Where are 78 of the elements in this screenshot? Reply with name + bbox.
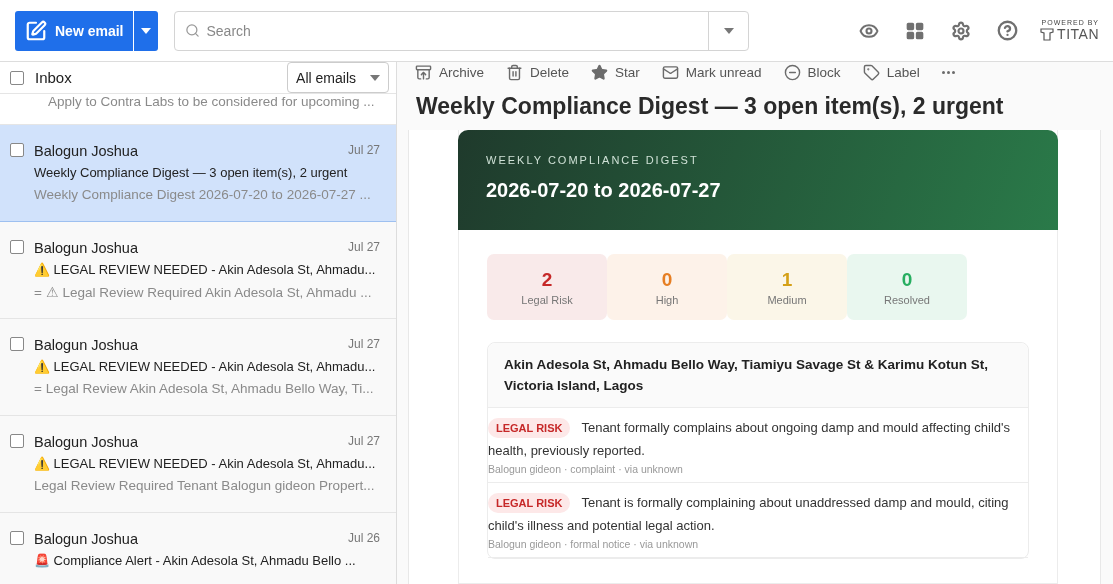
search-box[interactable]: Search [174, 10, 750, 51]
select-all-checkbox[interactable] [10, 70, 24, 85]
logo-icon [1040, 27, 1055, 41]
settings-icon[interactable] [951, 20, 972, 41]
email-checkbox[interactable] [10, 240, 24, 254]
stat-value: 0 [901, 268, 913, 291]
email-row[interactable]: Balogun Joshua Jul 27 Weekly Compliance Digest — 3 open item(s), 2 urgent Weekly Compliance Digest 2026-07-20 to 2026-07-27 ... [0, 125, 396, 222]
sender-name: Balogun Joshua [34, 143, 138, 159]
tag-icon [862, 63, 880, 81]
email-subject: ⚠ LEGAL REVIEW NEEDED - Akin Adesola St, Ahmadu... [34, 358, 376, 376]
more-icon [941, 70, 955, 74]
email-checkbox[interactable] [10, 531, 24, 545]
stat-value: 1 [781, 268, 793, 291]
envelope-icon [661, 63, 679, 81]
stat-label: High [655, 293, 679, 306]
more-button[interactable] [941, 70, 955, 74]
digest-date-range: 2026-07-20 to 2026-07-27 [486, 179, 722, 202]
toolbar-action[interactable]: Archive [415, 63, 484, 81]
help-icon[interactable] [997, 20, 1019, 41]
compose-icon [25, 19, 47, 42]
filter-dropdown[interactable]: All emails [287, 62, 389, 93]
search-field[interactable]: Search [200, 11, 709, 50]
email-row[interactable]: Balogun Joshua Jul 27 ⚠ LEGAL REVIEW NEEDED - Akin Adesola St, Ahmadu... Legal Review Required Tenant Balogun gideon Propert... [0, 416, 396, 513]
issue-meta: Balogun gideon · formal notice · via unknown [488, 538, 700, 550]
trash-icon [506, 63, 523, 81]
email-date: Jul 27 [347, 434, 380, 450]
apps-grid-icon[interactable] [905, 20, 926, 41]
email-date: Jul 27 [347, 240, 380, 256]
issue-text: LEGAL RISK Tenant formally complains about ongoing damp and mould affecting child's health, previously reported. [488, 417, 1012, 460]
email-date: Jul 26 [347, 531, 380, 547]
caret-icon [724, 27, 734, 34]
new-email-menu-button[interactable] [133, 10, 159, 51]
toolbar-action[interactable]: Star [591, 63, 640, 81]
email-preview: Apply to Contra Labs to be considered for upcoming ... [48, 94, 376, 109]
email-subject-heading: Weekly Compliance Digest — 3 open item(s), 2 urgent [415, 92, 1005, 121]
stat-label: Legal Risk [521, 293, 573, 306]
toolbar-action[interactable]: Label [862, 63, 920, 81]
email-checkbox[interactable] [10, 143, 24, 157]
stat-label: Resolved [884, 293, 930, 306]
stat-value: 2 [541, 268, 553, 291]
sender-name: Balogun Joshua [34, 434, 138, 450]
inbox-title: Inbox [35, 69, 72, 86]
toolbar-action[interactable]: Block [783, 63, 841, 81]
star-icon [591, 63, 609, 81]
email-subject: ⚠ LEGAL REVIEW NEEDED - Akin Adesola St, Ahmadu... [34, 455, 376, 473]
email-subject: ⚠ LEGAL REVIEW NEEDED - Akin Adesola St, Ahmadu... [34, 261, 376, 279]
digest-eyebrow: WEEKLY COMPLIANCE DIGEST [486, 154, 700, 166]
caret-icon [141, 27, 152, 34]
stat-label: Medium [767, 293, 807, 306]
email-preview: = ⚠ Legal Review Required Akin Adesola St, Ahmadu ... [34, 284, 373, 300]
email-row[interactable]: Apply to Contra Labs to be considered for upcoming ... [0, 94, 396, 125]
new-email-button[interactable]: New email [15, 10, 134, 51]
stat-value: 0 [661, 268, 673, 291]
email-preview: = Legal Review Akin Adesola St, Ahmadu Bello Way, Ti... [34, 381, 375, 396]
sender-name: Balogun Joshua [34, 531, 138, 547]
property-address: Akin Adesola St, Ahmadu Bello Way, Tiamiyu Savage St & Karimu Kotun St, Victoria Island, Lagos [488, 343, 1028, 408]
email-date: Jul 27 [347, 143, 380, 159]
issue-text: LEGAL RISK Tenant is formally complaining about unaddressed damp and mould, citing child's illness and potential legal action. [488, 492, 1010, 535]
email-preview: Weekly Compliance Digest 2026-07-20 to 2026-07-27 ... [34, 187, 372, 202]
toolbar-action[interactable]: Mark unread [661, 63, 762, 81]
brand-name: TITAN [1057, 26, 1099, 42]
email-checkbox[interactable] [10, 434, 24, 448]
sender-name: Balogun Joshua [34, 337, 138, 353]
toolbar-action[interactable]: Delete [506, 63, 570, 81]
sender-name: Balogun Joshua [34, 240, 138, 256]
email-subject: Weekly Compliance Digest — 3 open item(s), 2 urgent [34, 164, 348, 182]
email-row[interactable]: Balogun Joshua Jul 27 ⚠ LEGAL REVIEW NEEDED - Akin Adesola St, Ahmadu... = ⚠ Legal Review Required Akin Adesola St, Ahmadu ... [0, 222, 396, 319]
email-checkbox[interactable] [10, 337, 24, 351]
archive-icon [415, 63, 432, 81]
email-date: Jul 27 [347, 337, 380, 353]
search-icon [185, 23, 201, 38]
email-subject: 🚨 Compliance Alert - Akin Adesola St, Ahmadu Bello ... [34, 552, 356, 570]
email-preview: Legal Review Required Tenant Balogun gideon Propert... [34, 478, 376, 493]
email-row[interactable]: Balogun Joshua Jul 26 🚨 Compliance Alert - Akin Adesola St, Ahmadu Bello ... [0, 513, 396, 584]
issue-meta: Balogun gideon · complaint · via unknown [488, 463, 684, 475]
caret-icon [370, 74, 380, 81]
block-icon [783, 63, 801, 81]
email-row[interactable]: Balogun Joshua Jul 27 ⚠ LEGAL REVIEW NEEDED - Akin Adesola St, Ahmadu... = Legal Review Akin Adesola St, Ahmadu Bello Way, Ti... [0, 319, 396, 416]
